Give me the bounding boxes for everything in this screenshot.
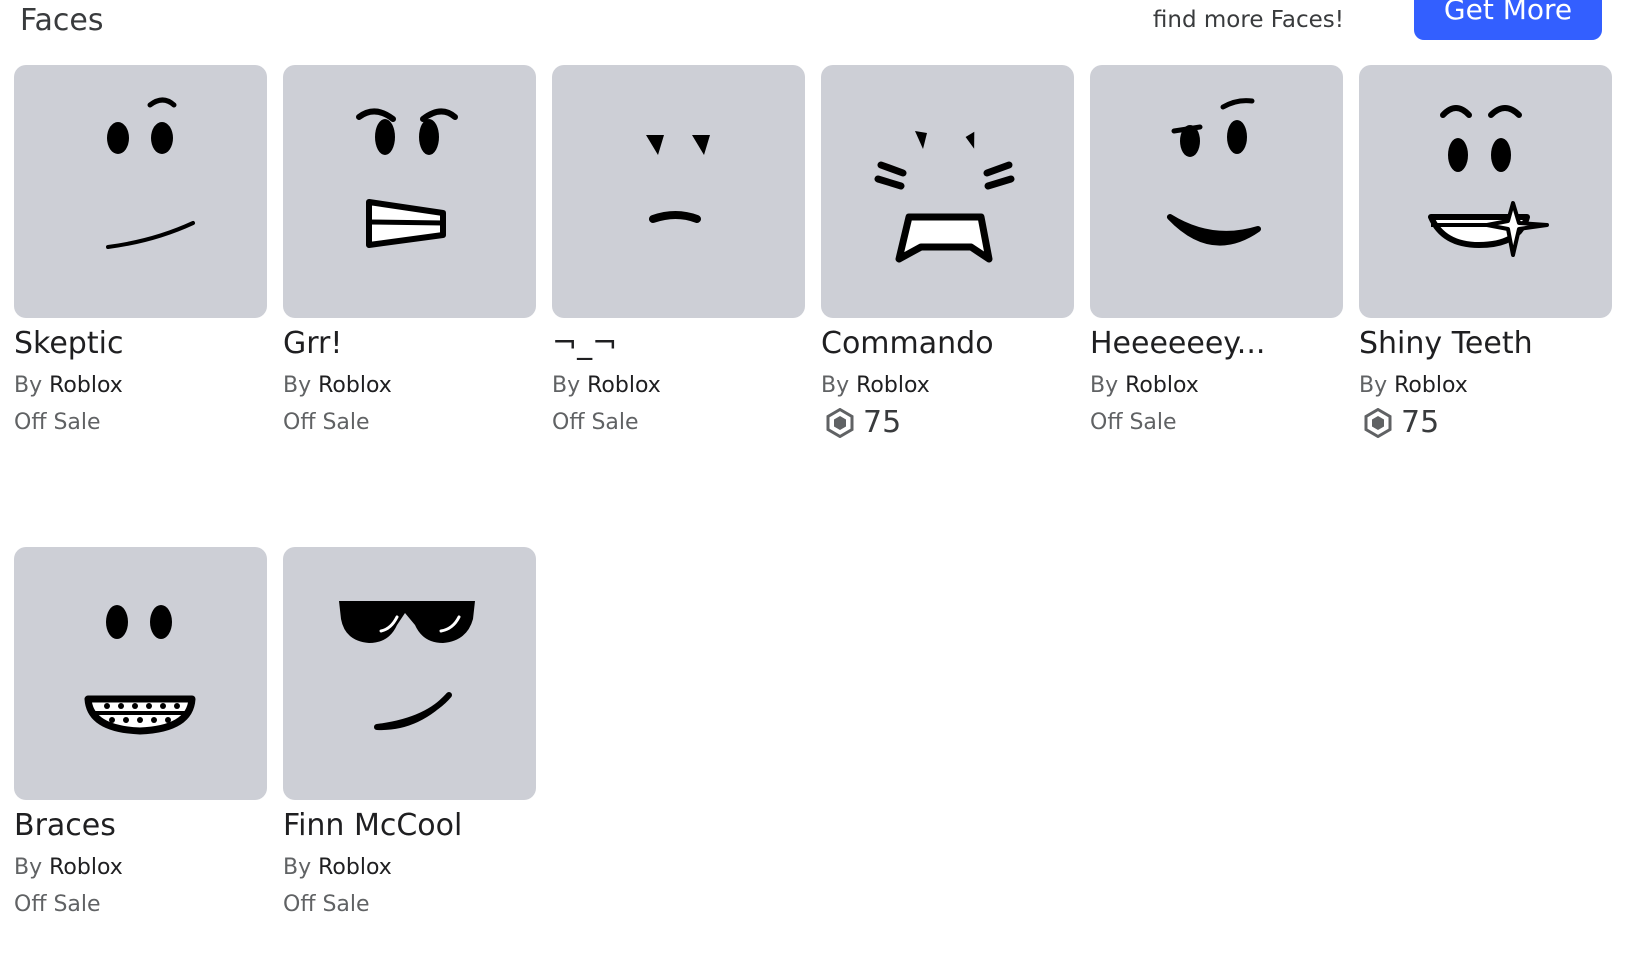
item-status: Off Sale <box>14 410 101 435</box>
robux-icon <box>826 408 854 438</box>
creator-line: By Roblox <box>552 372 805 400</box>
item-name[interactable]: Commando <box>821 326 1071 362</box>
by-label: By <box>1359 373 1388 398</box>
item-status: Off Sale <box>283 892 370 917</box>
skeptic-face-icon <box>106 97 195 249</box>
creator-link[interactable]: Roblox <box>318 373 392 398</box>
item-thumbnail[interactable] <box>14 65 267 318</box>
creator-link[interactable]: Roblox <box>318 855 392 880</box>
item-card-skeptic[interactable]: Skeptic By Roblox Off Sale <box>14 65 267 438</box>
item-status: Off Sale <box>552 410 639 435</box>
by-label: By <box>821 373 850 398</box>
item-name[interactable]: Braces <box>14 808 264 844</box>
creator-link[interactable]: Roblox <box>49 373 123 398</box>
price-line: 75 <box>1359 408 1612 438</box>
promo-text: find more Faces! <box>1152 7 1344 33</box>
by-label: By <box>283 855 312 880</box>
get-more-button[interactable]: Get More <box>1414 0 1602 40</box>
section-title: Faces <box>20 3 104 38</box>
item-card-braces[interactable]: Braces By Roblox Off Sale <box>14 547 267 920</box>
item-card-finn-mccool[interactable]: Finn McCool By Roblox Off Sale <box>283 547 536 920</box>
by-label: By <box>14 855 43 880</box>
finn-mccool-face-icon <box>339 601 475 731</box>
creator-line: By Roblox <box>1090 372 1343 400</box>
by-label: By <box>552 373 581 398</box>
creator-line: By Roblox <box>14 372 267 400</box>
item-status: Off Sale <box>1090 410 1177 435</box>
item-thumbnail[interactable] <box>1090 65 1343 318</box>
by-label: By <box>1090 373 1119 398</box>
creator-line: By Roblox <box>14 854 267 882</box>
commando-face-icon <box>874 131 1015 263</box>
creator-link[interactable]: Roblox <box>587 373 661 398</box>
by-label: By <box>14 373 43 398</box>
side-eye-face-icon <box>646 135 710 223</box>
creator-line: By Roblox <box>1359 372 1612 400</box>
item-status: Off Sale <box>14 892 101 917</box>
item-name[interactable]: Grr! <box>283 326 533 362</box>
item-name[interactable]: Finn McCool <box>283 808 533 844</box>
robux-icon <box>1364 408 1392 438</box>
creator-link[interactable]: Roblox <box>1394 373 1468 398</box>
item-name[interactable]: Heeeeeey... <box>1090 326 1340 362</box>
item-name[interactable]: ¬_¬ <box>552 326 802 362</box>
creator-line: By Roblox <box>821 372 1074 400</box>
grr-face-icon <box>356 108 458 248</box>
braces-face-icon <box>84 605 196 735</box>
item-card-shiny-teeth[interactable]: Shiny Teeth By Roblox 75 <box>1359 65 1612 438</box>
heeeeeey-face-icon <box>1167 98 1261 246</box>
creator-link[interactable]: Roblox <box>1125 373 1199 398</box>
creator-link[interactable]: Roblox <box>49 855 123 880</box>
item-thumbnail[interactable] <box>821 65 1074 318</box>
creator-link[interactable]: Roblox <box>856 373 930 398</box>
creator-line: By Roblox <box>283 372 536 400</box>
item-thumbnail[interactable] <box>283 547 536 800</box>
item-card-heeeeeey[interactable]: Heeeeeey... By Roblox Off Sale <box>1090 65 1343 438</box>
item-thumbnail[interactable] <box>14 547 267 800</box>
shiny-teeth-face-icon <box>1428 105 1549 257</box>
item-thumbnail[interactable] <box>283 65 536 318</box>
item-thumbnail[interactable] <box>1359 65 1612 318</box>
price-line: 75 <box>821 408 1074 438</box>
by-label: By <box>283 373 312 398</box>
item-status: Off Sale <box>283 410 370 435</box>
creator-line: By Roblox <box>283 854 536 882</box>
item-card-grr[interactable]: Grr! By Roblox Off Sale <box>283 65 536 438</box>
item-name[interactable]: Skeptic <box>14 326 264 362</box>
price-amount: 75 <box>1401 405 1440 440</box>
item-thumbnail[interactable] <box>552 65 805 318</box>
item-card-commando[interactable]: Commando By Roblox 75 <box>821 65 1074 438</box>
price-amount: 75 <box>863 405 902 440</box>
item-name[interactable]: Shiny Teeth <box>1359 326 1609 362</box>
item-card-side-eye[interactable]: ¬_¬ By Roblox Off Sale <box>552 65 805 438</box>
